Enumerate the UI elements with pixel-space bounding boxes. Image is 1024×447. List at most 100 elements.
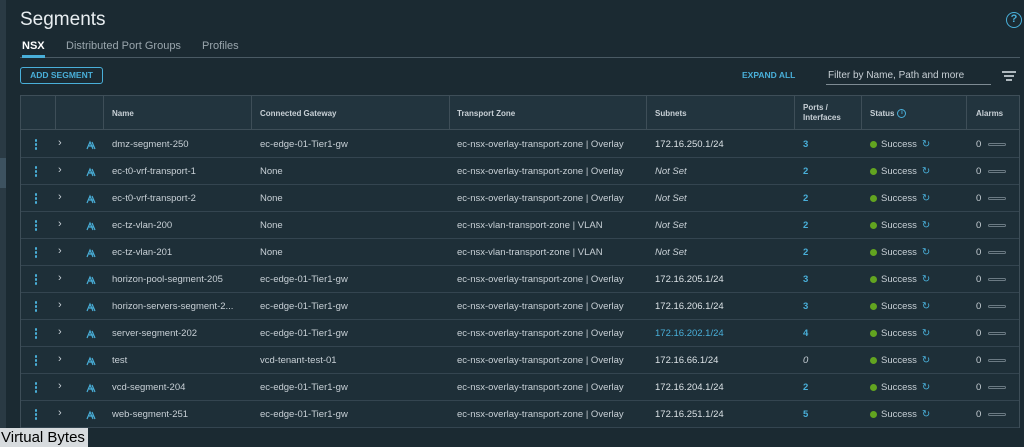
filter-input[interactable] [826, 66, 991, 85]
expand-chevron-right-icon[interactable]: › [58, 137, 62, 149]
refresh-icon[interactable]: ↻ [922, 301, 930, 312]
refresh-icon[interactable]: ↻ [922, 220, 930, 231]
table-row[interactable]: › test vcd-tenant-test-01 ec-nsx-overlay-tr… [21, 347, 1019, 374]
filter-lines-icon[interactable] [1002, 71, 1016, 81]
table-row[interactable]: › ec-tz-vlan-201 None ec-nsx-vlan-transport… [21, 239, 1019, 266]
row-actions-kebab-icon[interactable] [34, 139, 38, 151]
table-row[interactable]: › ec-t0-vrf-transport-1 None ec-nsx-overlay… [21, 158, 1019, 185]
refresh-icon[interactable]: ↻ [922, 382, 930, 393]
alarm-count[interactable]: 0 [976, 382, 981, 393]
alarm-bar-icon [988, 170, 1007, 173]
expand-chevron-right-icon[interactable]: › [58, 272, 62, 284]
expand-chevron-right-icon[interactable]: › [58, 326, 62, 338]
expand-chevron-right-icon[interactable]: › [58, 218, 62, 230]
row-actions-kebab-icon[interactable] [34, 328, 38, 340]
alarm-count[interactable]: 0 [976, 247, 981, 258]
row-actions-kebab-icon[interactable] [34, 220, 38, 232]
table-row[interactable]: › horizon-servers-segment-2... ec-edge-01-… [21, 293, 1019, 320]
refresh-icon[interactable]: ↻ [922, 409, 930, 420]
alarm-count[interactable]: 0 [976, 193, 981, 204]
table-row[interactable]: › ec-tz-vlan-200 None ec-nsx-vlan-transport… [21, 212, 1019, 239]
expand-chevron-right-icon[interactable]: › [58, 164, 62, 176]
alarm-count[interactable]: 0 [976, 166, 981, 177]
tab-profiles[interactable]: Profiles [202, 40, 239, 58]
subnet-value[interactable]: 172.16.202.1/24 [655, 320, 791, 347]
status-label: Success [881, 220, 917, 231]
alarm-count[interactable]: 0 [976, 355, 981, 366]
tab-nsx[interactable]: NSX [22, 40, 45, 58]
expand-chevron-right-icon[interactable]: › [58, 353, 62, 365]
row-actions-kebab-icon[interactable] [34, 301, 38, 313]
ports-count-link[interactable]: 4 [803, 320, 853, 347]
row-actions-kebab-icon[interactable] [34, 355, 38, 367]
ports-count-link[interactable]: 2 [803, 239, 853, 266]
expand-chevron-right-icon[interactable]: › [58, 299, 62, 311]
refresh-icon[interactable]: ↻ [922, 355, 930, 366]
segment-name[interactable]: vcd-segment-204 [112, 374, 248, 401]
ports-count-link[interactable]: 3 [803, 293, 853, 320]
column-header-alarms[interactable]: Alarms [976, 96, 1003, 130]
expand-chevron-right-icon[interactable]: › [58, 191, 62, 203]
expand-chevron-right-icon[interactable]: › [58, 380, 62, 392]
table-row[interactable]: › vcd-segment-204 ec-edge-01-Tier1-gw ec-ns… [21, 374, 1019, 401]
row-actions-kebab-icon[interactable] [34, 247, 38, 259]
table-row[interactable]: › ec-t0-vrf-transport-2 None ec-nsx-overlay… [21, 185, 1019, 212]
segment-name[interactable]: ec-t0-vrf-transport-1 [112, 158, 248, 185]
ports-count-link[interactable]: 2 [803, 185, 853, 212]
expand-chevron-right-icon[interactable]: › [58, 245, 62, 257]
status-label: Success [881, 382, 917, 393]
ports-count-link[interactable]: 2 [803, 374, 853, 401]
column-header-transport-zone[interactable]: Transport Zone [457, 96, 515, 130]
transport-zone: ec-nsx-overlay-transport-zone | Overlay [457, 139, 624, 150]
row-actions-kebab-icon[interactable] [34, 382, 38, 394]
alarm-count[interactable]: 0 [976, 409, 981, 420]
tab-distributed-port-groups[interactable]: Distributed Port Groups [66, 40, 181, 58]
expand-chevron-right-icon[interactable]: › [58, 407, 62, 419]
expand-all-link[interactable]: EXPAND ALL [742, 70, 795, 80]
table-row[interactable]: › dmz-segment-250 ec-edge-01-Tier1-gw ec-ns… [21, 131, 1019, 158]
segment-name[interactable]: horizon-pool-segment-205 [112, 266, 248, 293]
segment-name[interactable]: ec-t0-vrf-transport-2 [112, 185, 248, 212]
row-actions-kebab-icon[interactable] [34, 193, 38, 205]
segment-name[interactable]: dmz-segment-250 [112, 131, 248, 158]
ports-count-link[interactable]: 3 [803, 266, 853, 293]
segment-name[interactable]: horizon-servers-segment-2... [112, 293, 248, 320]
refresh-icon[interactable]: ↻ [922, 247, 930, 258]
refresh-icon[interactable]: ↻ [922, 328, 930, 339]
segment-name[interactable]: server-segment-202 [112, 320, 248, 347]
alarm-count[interactable]: 0 [976, 274, 981, 285]
row-actions-kebab-icon[interactable] [34, 274, 38, 286]
refresh-icon[interactable]: ↻ [922, 193, 930, 204]
refresh-icon[interactable]: ↻ [922, 274, 930, 285]
table-row[interactable]: › horizon-pool-segment-205 ec-edge-01-Tier… [21, 266, 1019, 293]
segment-name[interactable]: test [112, 347, 248, 374]
column-header-subnets[interactable]: Subnets [655, 96, 687, 130]
ports-count-link[interactable]: 2 [803, 158, 853, 185]
column-header-name[interactable]: Name [112, 96, 134, 130]
info-icon[interactable]: i [897, 108, 907, 118]
segment-name[interactable]: web-segment-251 [112, 401, 248, 428]
table-row[interactable]: › server-segment-202 ec-edge-01-Tier1-gw ec… [21, 320, 1019, 347]
ports-count-link[interactable]: 5 [803, 401, 853, 428]
column-header-status[interactable]: Status i [870, 96, 907, 130]
alarm-count[interactable]: 0 [976, 301, 981, 312]
help-circle-icon[interactable]: ? [1006, 12, 1022, 28]
status-label: Success [881, 166, 917, 177]
segment-name[interactable]: ec-tz-vlan-200 [112, 212, 248, 239]
alarm-bar-icon [988, 386, 1007, 389]
refresh-icon[interactable]: ↻ [922, 139, 930, 150]
column-header-ports[interactable]: Ports / Interfaces [803, 96, 841, 130]
ports-count-link[interactable]: 0 [803, 347, 853, 374]
ports-count-link[interactable]: 3 [803, 131, 853, 158]
column-header-gateway[interactable]: Connected Gateway [260, 96, 336, 130]
table-row[interactable]: › web-segment-251 ec-edge-01-Tier1-gw ec-ns… [21, 401, 1019, 428]
ports-count-link[interactable]: 2 [803, 212, 853, 239]
alarm-count[interactable]: 0 [976, 328, 981, 339]
refresh-icon[interactable]: ↻ [922, 166, 930, 177]
row-actions-kebab-icon[interactable] [34, 166, 38, 178]
add-segment-button[interactable]: ADD SEGMENT [20, 67, 103, 84]
alarm-count[interactable]: 0 [976, 139, 981, 150]
segment-name[interactable]: ec-tz-vlan-201 [112, 239, 248, 266]
alarm-count[interactable]: 0 [976, 220, 981, 231]
row-actions-kebab-icon[interactable] [34, 409, 38, 421]
